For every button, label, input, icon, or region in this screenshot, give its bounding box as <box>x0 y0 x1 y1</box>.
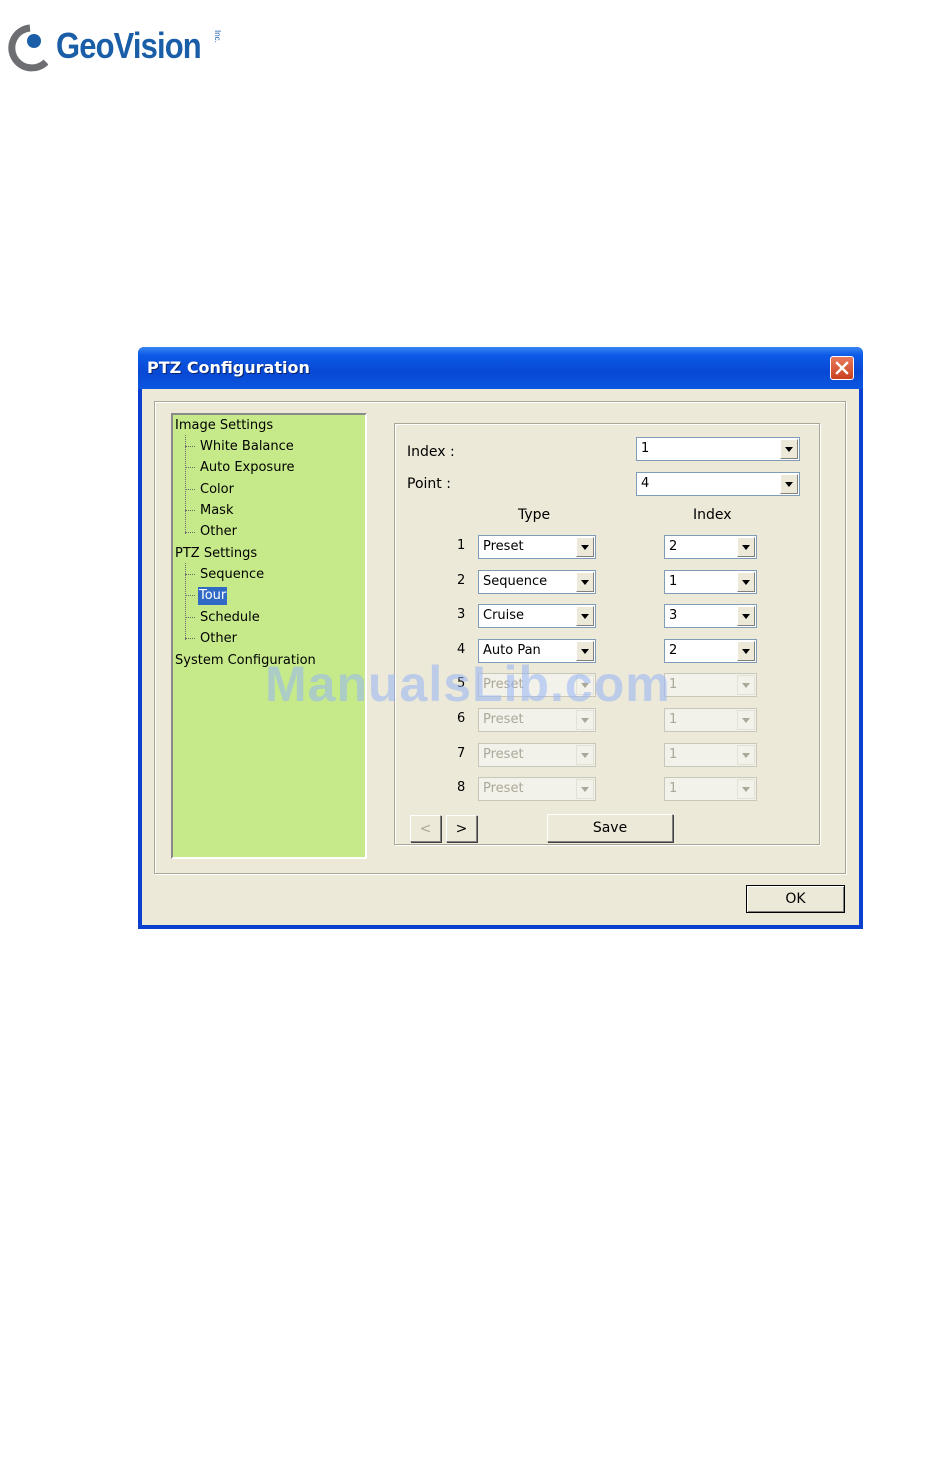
tour-point-type-value: Cruise <box>483 608 525 623</box>
tour-index-value: 1 <box>641 441 650 456</box>
tour-point-type-select[interactable]: Preset <box>478 535 596 559</box>
chevron-down-icon[interactable] <box>737 572 755 592</box>
tour-point-index-value: 3 <box>669 608 678 623</box>
geovision-logo-icon <box>8 24 49 72</box>
tour-point-index-select: 1 <box>664 777 757 801</box>
tour-point-number: 6 <box>457 711 466 726</box>
tree-connector <box>185 446 195 447</box>
tour-point-index-select: 1 <box>664 673 757 697</box>
chevron-down-icon <box>737 710 755 730</box>
chevron-down-icon[interactable] <box>576 572 594 592</box>
tree-connector <box>185 617 195 618</box>
tree-connector <box>185 435 186 534</box>
chevron-down-icon <box>737 745 755 765</box>
tour-index-select[interactable]: 1 <box>636 437 800 461</box>
tour-point-number: 7 <box>457 746 466 761</box>
index-column-header: Index <box>693 507 732 523</box>
tour-point-type-select: Preset <box>478 743 596 767</box>
chevron-down-icon[interactable] <box>576 537 594 557</box>
window-title: PTZ Configuration <box>147 358 310 377</box>
tree-connector <box>185 467 195 468</box>
chevron-down-icon[interactable] <box>780 439 798 459</box>
tour-panel: Index : 1 Point : 4 Type Index 1 Preset 2 2… <box>394 423 820 845</box>
ok-button[interactable]: OK <box>746 885 845 913</box>
tour-point-type-value: Preset <box>483 781 524 796</box>
ptz-configuration-dialog: PTZ Configuration Image Settings White B… <box>138 347 863 929</box>
tour-point-number: 2 <box>457 573 466 588</box>
tour-point-index-select[interactable]: 1 <box>664 570 757 594</box>
geovision-logo: GeoVision Inc. <box>8 22 224 72</box>
chevron-down-icon <box>576 710 594 730</box>
chevron-down-icon <box>737 675 755 695</box>
tour-point-index-value: 1 <box>669 781 678 796</box>
tree-connector <box>185 532 195 533</box>
tour-point-type-value: Preset <box>483 747 524 762</box>
tree-connector <box>185 510 195 511</box>
save-button[interactable]: Save <box>547 814 673 842</box>
chevron-down-icon[interactable] <box>576 606 594 626</box>
tree-item-ptz-settings[interactable]: PTZ Settings <box>175 545 257 563</box>
tour-point-type-value: Sequence <box>483 574 548 589</box>
chevron-down-icon[interactable] <box>737 606 755 626</box>
previous-button[interactable]: < <box>410 815 441 842</box>
tour-point-index-value: 1 <box>669 712 678 727</box>
tour-point-number: 3 <box>457 607 466 622</box>
tree-connector <box>185 638 195 639</box>
point-select[interactable]: 4 <box>636 472 800 496</box>
tree-connector <box>185 489 195 490</box>
tour-point-index-select: 1 <box>664 708 757 732</box>
chevron-down-icon <box>737 779 755 799</box>
point-value: 4 <box>641 476 650 491</box>
type-column-header: Type <box>518 507 551 523</box>
tree-item-color[interactable]: Color <box>200 481 234 499</box>
tour-point-index-select[interactable]: 3 <box>664 604 757 628</box>
tour-point-type-select[interactable]: Sequence <box>478 570 596 594</box>
tour-point-number: 8 <box>457 780 466 795</box>
tour-point-type-select: Preset <box>478 777 596 801</box>
tree-item-tour[interactable]: Tour <box>198 587 228 605</box>
tree-item-auto-exposure[interactable]: Auto Exposure <box>200 459 295 477</box>
chevron-down-icon[interactable] <box>737 641 755 661</box>
chevron-down-icon <box>576 779 594 799</box>
tour-point-index-value: 1 <box>669 747 678 762</box>
chevron-down-icon <box>576 745 594 765</box>
chevron-down-icon[interactable] <box>780 474 798 494</box>
settings-tree[interactable]: Image Settings White Balance Auto Exposu… <box>171 413 367 859</box>
close-icon <box>835 361 849 375</box>
chevron-down-icon[interactable] <box>737 537 755 557</box>
tour-point-index-select: 1 <box>664 743 757 767</box>
logo-inc: Inc. <box>213 30 222 43</box>
tour-point-number: 1 <box>457 538 466 553</box>
next-button[interactable]: > <box>446 815 477 842</box>
tour-point-type-value: Preset <box>483 539 524 554</box>
tour-point-type-value: Preset <box>483 712 524 727</box>
point-label: Point : <box>407 476 451 492</box>
title-bar[interactable]: PTZ Configuration <box>138 347 863 389</box>
tree-connector <box>185 574 195 575</box>
tree-item-mask[interactable]: Mask <box>200 502 233 520</box>
close-button[interactable] <box>830 356 854 380</box>
tree-item-schedule[interactable]: Schedule <box>200 609 260 627</box>
tour-point-index-select[interactable]: 2 <box>664 639 757 663</box>
index-label: Index : <box>407 444 455 460</box>
watermark-text: ManualsLib.com <box>265 656 671 712</box>
tree-item-sequence[interactable]: Sequence <box>200 566 264 584</box>
tree-item-image-other[interactable]: Other <box>200 523 237 541</box>
tour-point-index-value: 1 <box>669 574 678 589</box>
tree-item-ptz-other[interactable]: Other <box>200 630 237 648</box>
tree-item-white-balance[interactable]: White Balance <box>200 438 294 456</box>
tour-point-type-select[interactable]: Cruise <box>478 604 596 628</box>
logo-text: GeoVision <box>56 25 202 66</box>
tree-item-image-settings[interactable]: Image Settings <box>175 417 273 435</box>
tour-point-index-value: 2 <box>669 539 678 554</box>
tree-connector <box>185 595 195 596</box>
tour-point-index-select[interactable]: 2 <box>664 535 757 559</box>
